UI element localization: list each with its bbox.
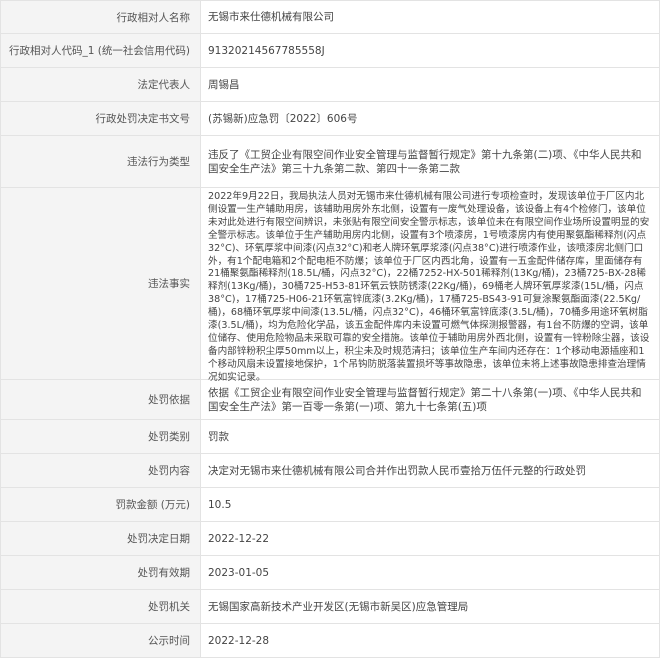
label-credit-code: 行政相对人代码_1 (统一社会信用代码) [1, 34, 201, 67]
value-penalty-content: 决定对无锡市来仕德机械有限公司合并作出罚款人民币壹拾万伍仟元整的行政处罚 [208, 464, 586, 477]
label-decision-number: 行政处罚决定书文号 [1, 102, 201, 135]
label-fine-amount: 罚款金额 (万元) [1, 488, 201, 521]
penalty-info-table: 行政相对人名称 无锡市来仕德机械有限公司 行政相对人代码_1 (统一社会信用代码… [0, 0, 660, 658]
row-validity: 处罚有效期 2023-01-05 [1, 556, 659, 590]
value-penalty-basis: 依据《工贸企业有限空间作业安全管理与监督暂行规定》第二十八条第(一)项、《中华人… [208, 386, 642, 413]
value-penalty-category: 罚款 [208, 430, 229, 443]
row-publish-date: 公示时间 2022-12-28 [1, 624, 659, 658]
label-publish-date: 公示时间 [1, 624, 201, 657]
value-violation-facts: 2022年9月22日，我局执法人员对无锡市来仕德机械有限公司进行专项检查时，发现… [208, 191, 650, 383]
label-violation-facts: 违法事实 [1, 188, 201, 379]
value-legal-rep: 周锡昌 [208, 78, 240, 91]
label-legal-rep: 法定代表人 [1, 68, 201, 101]
row-credit-code: 行政相对人代码_1 (统一社会信用代码) 91320214567785558J [1, 34, 659, 68]
row-penalty-category: 处罚类别 罚款 [1, 420, 659, 454]
row-penalty-basis: 处罚依据 依据《工贸企业有限空间作业安全管理与监督暂行规定》第二十八条第(一)项… [1, 380, 659, 420]
value-authority: 无锡国家高新技术产业开发区(无锡市新吴区)应急管理局 [208, 600, 469, 613]
row-violation-type: 违法行为类型 违反了《工贸企业有限空间作业安全管理与监督暂行规定》第十九条第(二… [1, 136, 659, 188]
label-violation-type: 违法行为类型 [1, 136, 201, 187]
label-authority: 处罚机关 [1, 590, 201, 623]
row-decision-date: 处罚决定日期 2022-12-22 [1, 522, 659, 556]
value-fine-amount: 10.5 [208, 498, 232, 511]
row-violation-facts: 违法事实 2022年9月22日，我局执法人员对无锡市来仕德机械有限公司进行专项检… [1, 188, 659, 383]
row-fine-amount: 罚款金额 (万元) 10.5 [1, 488, 659, 522]
value-party-name: 无锡市来仕德机械有限公司 [208, 11, 334, 23]
label-party-name: 行政相对人名称 [1, 1, 201, 33]
value-decision-number: (苏锡新)应急罚〔2022〕606号 [208, 112, 358, 125]
label-decision-date: 处罚决定日期 [1, 522, 201, 555]
label-validity: 处罚有效期 [1, 556, 201, 589]
row-legal-rep: 法定代表人 周锡昌 [1, 68, 659, 102]
label-penalty-basis: 处罚依据 [1, 380, 201, 419]
row-party-name: 行政相对人名称 无锡市来仕德机械有限公司 [1, 1, 659, 34]
row-penalty-content: 处罚内容 决定对无锡市来仕德机械有限公司合并作出罚款人民币壹拾万伍仟元整的行政处… [1, 454, 659, 488]
value-decision-date: 2022-12-22 [208, 532, 270, 545]
value-validity: 2023-01-05 [208, 566, 270, 579]
row-decision-number: 行政处罚决定书文号 (苏锡新)应急罚〔2022〕606号 [1, 102, 659, 136]
value-publish-date: 2022-12-28 [208, 634, 270, 647]
value-credit-code: 91320214567785558J [208, 44, 325, 57]
label-penalty-content: 处罚内容 [1, 454, 201, 487]
label-penalty-category: 处罚类别 [1, 420, 201, 453]
row-authority: 处罚机关 无锡国家高新技术产业开发区(无锡市新吴区)应急管理局 [1, 590, 659, 624]
value-violation-type: 违反了《工贸企业有限空间作业安全管理与监督暂行规定》第十九条第(二)项、《中华人… [208, 148, 642, 175]
